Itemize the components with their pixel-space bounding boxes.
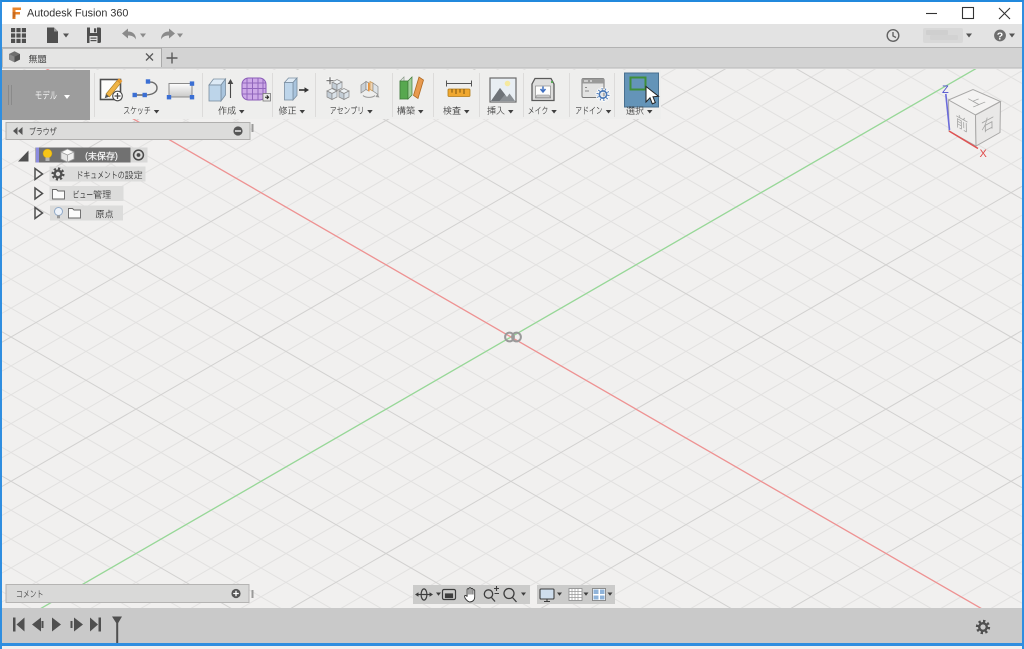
svg-text:?: ?: [997, 31, 1003, 43]
svg-text:Autodesk Fusion 360: Autodesk Fusion 360: [27, 8, 128, 20]
svg-text:X: X: [980, 148, 988, 160]
svg-text:Z: Z: [942, 84, 949, 96]
